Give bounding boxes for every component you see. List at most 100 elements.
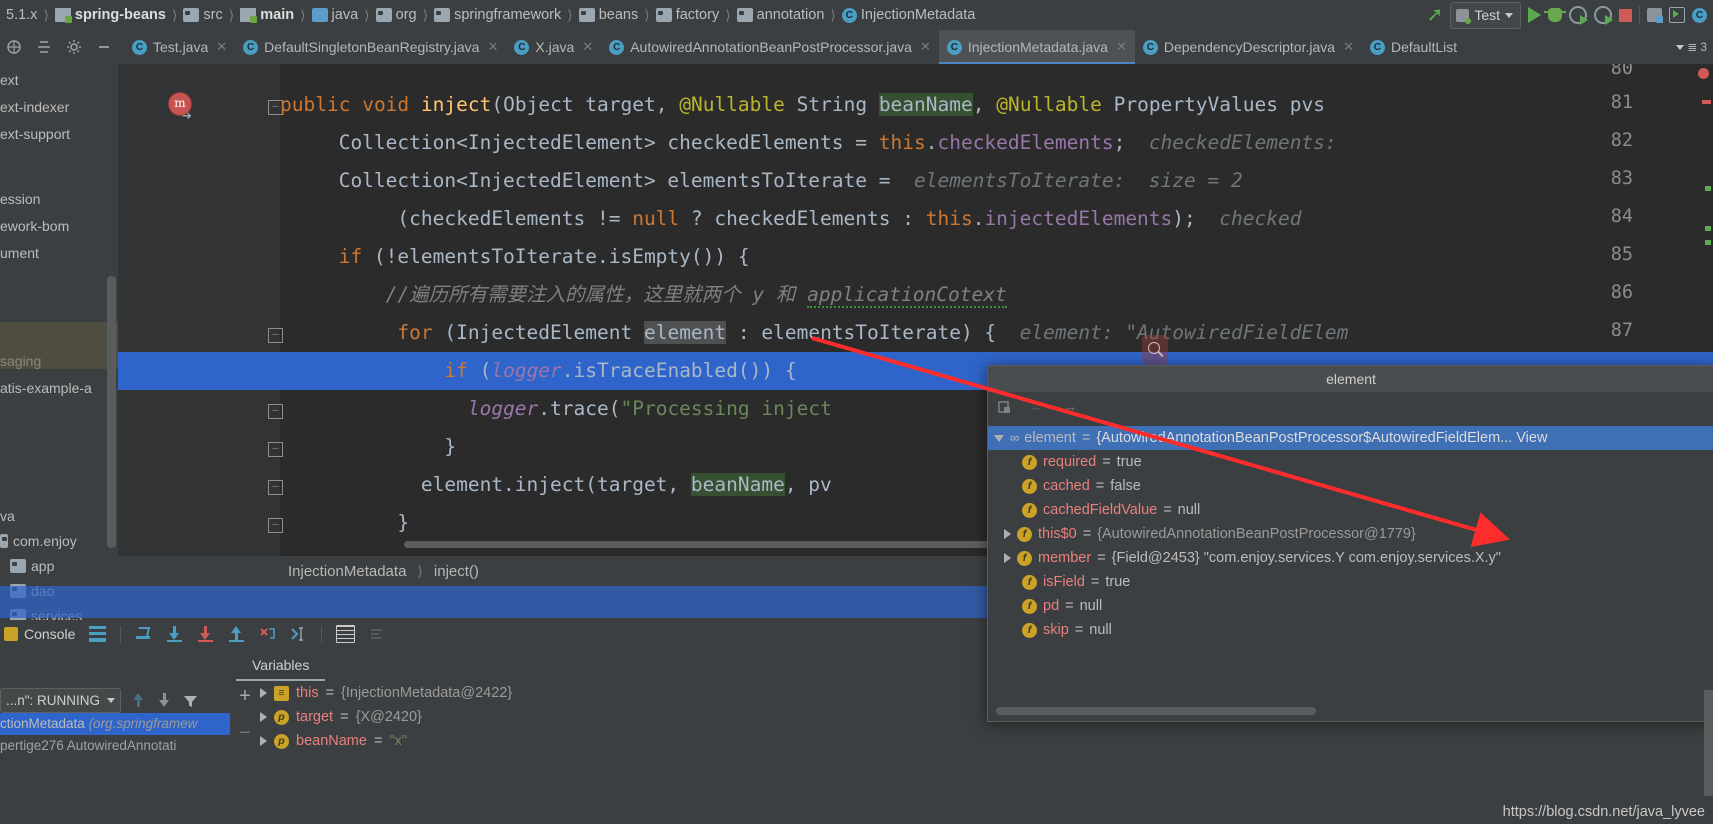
- change-marker[interactable]: [1705, 240, 1711, 245]
- breadcrumb-item-beans[interactable]: beans: [577, 7, 641, 23]
- breadcrumb-item-org[interactable]: org: [374, 7, 419, 23]
- popup-row-cached[interactable]: f cached = false: [988, 474, 1713, 498]
- variable-row-beanname[interactable]: p beanName = "x": [260, 729, 1713, 753]
- run-with-coverage-button[interactable]: [1569, 6, 1588, 25]
- drop-frame-icon[interactable]: [259, 626, 276, 642]
- breadcrumb-item-factory[interactable]: factory: [654, 7, 722, 23]
- evaluate-expression-icon[interactable]: [336, 625, 356, 643]
- popup-row-this0[interactable]: f this$0 = {AutowiredAnnotationBeanPostP…: [988, 522, 1713, 546]
- sidebar-scrollbar[interactable]: [107, 276, 116, 548]
- popup-row-element[interactable]: ∞ element = {AutowiredAnnotationBeanPost…: [988, 426, 1713, 450]
- show-execution-point-icon[interactable]: [89, 626, 107, 642]
- chevron-down-icon[interactable]: [994, 434, 1004, 442]
- popup-variable-tree[interactable]: ∞ element = {AutowiredAnnotationBeanPost…: [988, 424, 1713, 642]
- frame-item-1[interactable]: pertige276 AutowiredAnnotati: [0, 735, 230, 757]
- close-icon[interactable]: ✕: [582, 39, 593, 55]
- project-structure-button[interactable]: [1647, 8, 1663, 23]
- back-arrow-icon[interactable]: ➚: [1427, 5, 1444, 25]
- thread-selector[interactable]: ...n": RUNNING: [0, 688, 122, 713]
- chevron-right-icon[interactable]: [260, 688, 267, 698]
- tab-injectionmetadata-java[interactable]: C InjectionMetadata.java ✕: [938, 30, 1135, 64]
- close-icon[interactable]: ✕: [1116, 39, 1127, 55]
- run-configuration-selector[interactable]: Test: [1450, 1, 1521, 29]
- popup-horizontal-scrollbar[interactable]: [996, 707, 1316, 715]
- code-line-85[interactable]: if (!elementsToIterate.isEmpty()) {: [280, 238, 750, 276]
- popup-row-pd[interactable]: f pd = null: [988, 594, 1713, 618]
- change-marker[interactable]: [1705, 226, 1711, 231]
- breadcrumb-method[interactable]: inject(): [434, 563, 479, 580]
- code-line-81[interactable]: public void inject(Object target, @Nulla…: [280, 86, 1325, 124]
- sidebar-item-ext[interactable]: ext: [0, 70, 118, 90]
- close-icon[interactable]: ✕: [1343, 39, 1354, 55]
- frame-up-icon[interactable]: [130, 692, 147, 709]
- evaluate-popup[interactable]: element ← → ∞ element = {AutowiredAnnota…: [987, 365, 1713, 722]
- sidebar-item-atis-example-a[interactable]: atis-example-a: [0, 378, 118, 398]
- breadcrumb-item-annotation[interactable]: annotation: [735, 7, 827, 23]
- step-over-icon[interactable]: [135, 626, 152, 642]
- chevron-right-icon[interactable]: [260, 712, 267, 722]
- popup-row-skip[interactable]: f skip = null: [988, 618, 1713, 642]
- project-tree[interactable]: ext ext-indexer ext-support ession ework…: [0, 64, 118, 620]
- tab-variables[interactable]: Variables: [230, 648, 331, 681]
- run-button[interactable]: [1528, 7, 1541, 23]
- profile-button[interactable]: [1594, 6, 1613, 25]
- sidebar-item-ument[interactable]: ument: [0, 243, 118, 263]
- breadcrumb-item-branch[interactable]: 5.1.x: [0, 7, 39, 23]
- open-in-browser-button[interactable]: [1669, 7, 1685, 23]
- tab-defaultsingletonbeanregistry-java[interactable]: C DefaultSingletonBeanRegistry.java ✕: [235, 30, 506, 64]
- breadcrumb-class[interactable]: InjectionMetadata: [288, 563, 406, 580]
- sidebar-item-ext-support[interactable]: ext-support: [0, 124, 118, 144]
- close-icon[interactable]: ✕: [216, 39, 227, 55]
- sidebar-item-ework-bom[interactable]: ework-bom: [0, 216, 118, 236]
- tab-test-java[interactable]: C Test.java ✕: [124, 30, 235, 64]
- hide-icon[interactable]: [96, 39, 112, 55]
- sidebar-item-ession[interactable]: ession: [0, 189, 118, 209]
- change-marker[interactable]: [1705, 186, 1711, 191]
- editor-horizontal-scrollbar[interactable]: [404, 541, 1059, 548]
- close-icon[interactable]: ✕: [920, 39, 931, 55]
- search-everywhere-icon[interactable]: C: [1692, 7, 1707, 23]
- code-line-91[interactable]: element.inject(target, beanName, pv: [280, 466, 832, 504]
- frame-down-icon[interactable]: [156, 692, 173, 709]
- chevron-right-icon[interactable]: [1004, 529, 1011, 539]
- breadcrumb-item-main[interactable]: main: [238, 7, 296, 23]
- code-line-84[interactable]: (checkedElements != null ? checkedElemen…: [280, 200, 1301, 238]
- tab-autowiredannotationbeanpostprocessor-java[interactable]: C AutowiredAnnotationBeanPostProcessor.j…: [601, 30, 939, 64]
- debug-button[interactable]: [1544, 8, 1566, 22]
- gear-icon[interactable]: [66, 39, 82, 55]
- tab-dependencydescriptor-java[interactable]: C DependencyDescriptor.java ✕: [1135, 30, 1362, 64]
- tab-x-java[interactable]: C X.java ✕: [506, 30, 601, 64]
- popup-row-member[interactable]: f member = {Field@2453} "com.enjoy.servi…: [988, 546, 1713, 570]
- add-watch-button[interactable]: +: [239, 685, 251, 708]
- step-into-icon[interactable]: [166, 626, 183, 642]
- error-badge[interactable]: [1698, 68, 1709, 79]
- popup-row-isfield[interactable]: f isField = true: [988, 570, 1713, 594]
- popup-row-cachedfieldvalue[interactable]: f cachedFieldValue = null: [988, 498, 1713, 522]
- breadcrumb-item-springframework[interactable]: springframework: [432, 7, 563, 23]
- magnifier-icon[interactable]: [1142, 335, 1168, 365]
- step-out-icon[interactable]: [228, 626, 245, 642]
- breadcrumb-item-injectionmetadata[interactable]: C InjectionMetadata: [840, 7, 977, 23]
- code-line-92[interactable]: }: [280, 504, 409, 542]
- close-icon[interactable]: ✕: [487, 39, 498, 55]
- frame-item-0[interactable]: ctionMetadata (org.springframew: [0, 713, 230, 735]
- force-step-into-icon[interactable]: [197, 626, 214, 642]
- code-line-86[interactable]: //遍历所有需要注入的属性，这里就两个 y 和 applicationCotex…: [280, 276, 1007, 314]
- forward-arrow-icon[interactable]: →: [1064, 399, 1082, 417]
- console-tab[interactable]: Console: [4, 626, 75, 642]
- back-arrow-icon[interactable]: ←: [1030, 399, 1048, 417]
- breadcrumb-item-java[interactable]: java: [310, 7, 361, 23]
- target-icon[interactable]: [6, 39, 22, 55]
- editor-gutter[interactable]: [118, 64, 280, 556]
- chevron-right-icon[interactable]: [260, 736, 267, 746]
- code-line-90[interactable]: }: [280, 428, 456, 466]
- sidebar-item-app[interactable]: app: [0, 556, 118, 576]
- run-to-cursor-icon[interactable]: [290, 626, 307, 642]
- tab-overflow-button[interactable]: ≣ 3: [1676, 30, 1713, 64]
- remove-watch-button[interactable]: −: [239, 722, 251, 745]
- sidebar-item-va[interactable]: va: [0, 506, 118, 526]
- code-line-83[interactable]: Collection<InjectedElement> elementsToIt…: [280, 162, 1243, 200]
- tab-defaultlist[interactable]: C DefaultList: [1362, 30, 1465, 64]
- code-line-87[interactable]: for (InjectedElement element : elementsT…: [280, 314, 1348, 352]
- breadcrumb-item-src[interactable]: src: [181, 7, 224, 23]
